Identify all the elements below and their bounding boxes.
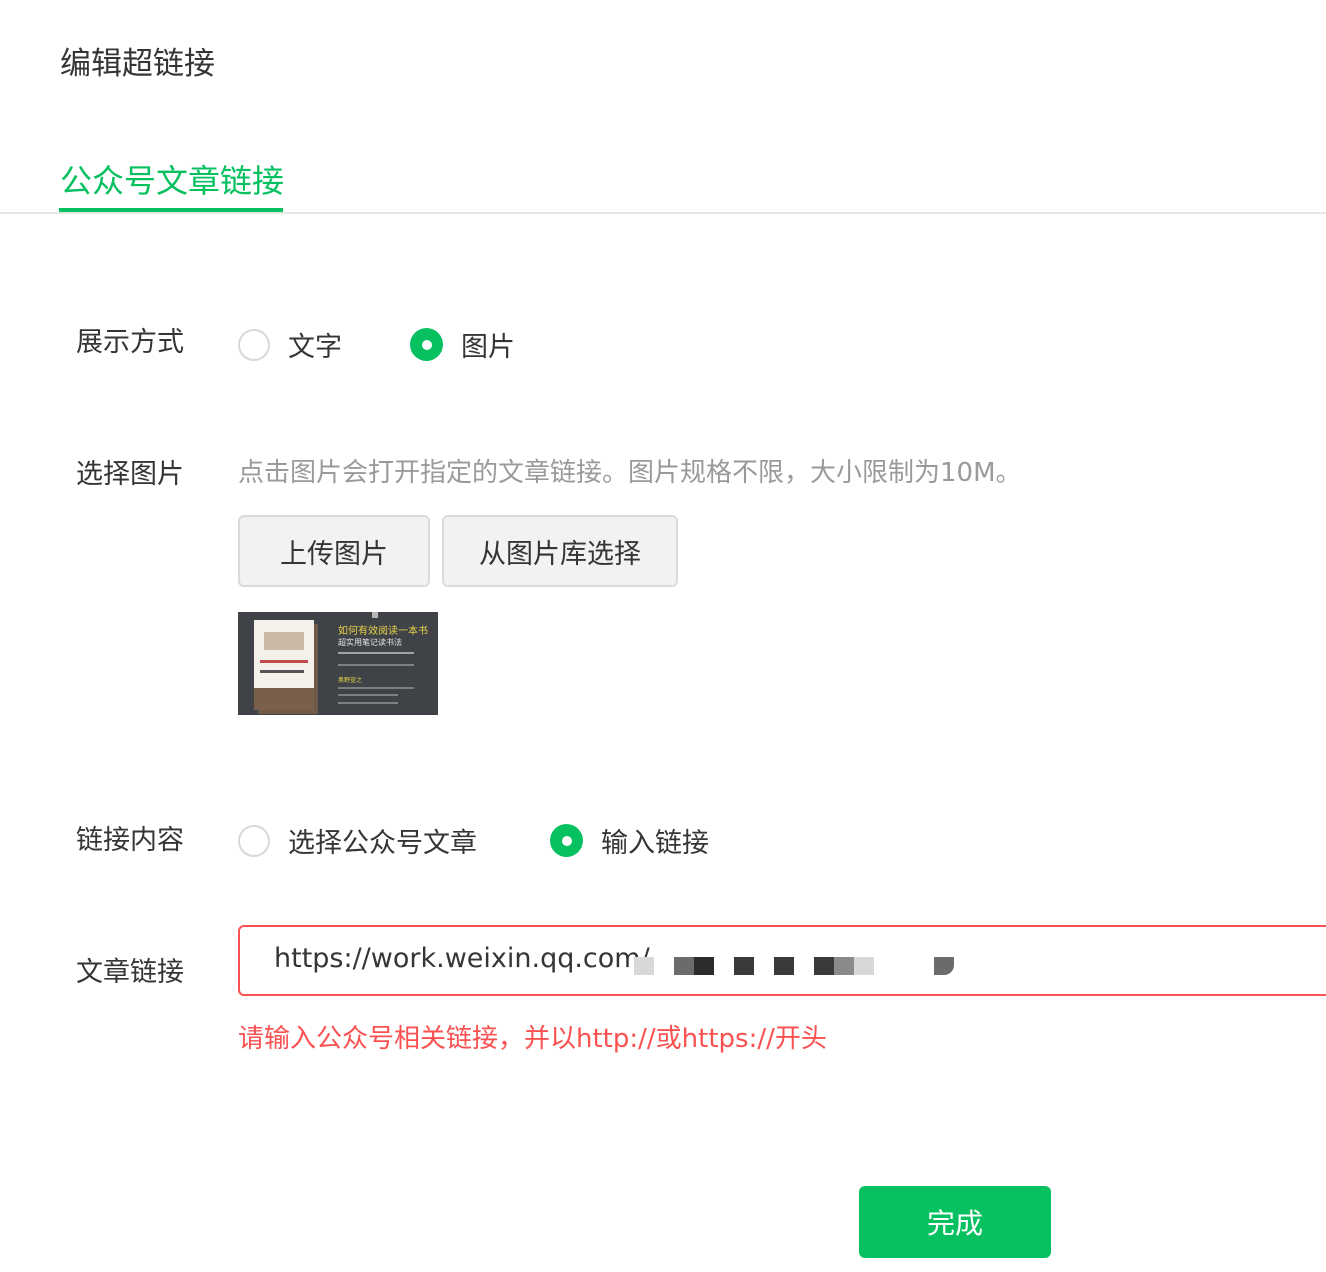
select-image-hint: 点击图片会打开指定的文章链接。图片规格不限，大小限制为10M。	[238, 458, 1022, 488]
redacted-block	[774, 957, 794, 975]
select-image-label: 选择图片	[76, 459, 184, 490]
radio-checked-icon	[410, 328, 443, 361]
thumbnail-divider	[338, 652, 414, 654]
redacted-block	[814, 957, 834, 975]
redacted-block	[854, 957, 874, 975]
book-cover-stripe	[260, 670, 304, 673]
upload-image-button[interactable]: 上传图片	[238, 515, 430, 587]
redacted-block	[634, 957, 654, 975]
article-link-label: 文章链接	[76, 957, 184, 988]
book-cover-band	[254, 688, 314, 710]
article-link-error: 请输入公众号相关链接，并以http://或https://开头	[238, 1024, 827, 1054]
tab-article-link[interactable]: 公众号文章链接	[60, 156, 284, 214]
radio-label: 文字	[288, 332, 342, 363]
redacted-block	[734, 957, 754, 975]
redacted-block	[934, 957, 954, 975]
article-link-input[interactable]: https://work.weixin.qq.com/	[238, 925, 1326, 996]
radio-label: 选择公众号文章	[288, 828, 477, 859]
redacted-block	[834, 957, 854, 975]
thumbnail-divider	[338, 687, 414, 689]
thumbnail-tag: 奥野宣之	[338, 677, 363, 684]
redacted-block	[694, 957, 714, 975]
thumbnail-corner-mark	[372, 612, 378, 618]
radio-unchecked-icon	[238, 328, 270, 361]
link-content-label: 链接内容	[76, 825, 184, 856]
thumbnail-divider	[338, 702, 398, 704]
book-cover-image	[254, 620, 314, 710]
redacted-block	[674, 957, 694, 975]
thumbnail-title: 如何有效阅读一本书	[338, 626, 428, 637]
radio-select-article[interactable]: 选择公众号文章	[238, 821, 477, 860]
thumbnail-divider	[338, 664, 414, 666]
article-link-value: https://work.weixin.qq.com/	[274, 943, 650, 974]
tabs-divider	[0, 212, 1326, 214]
done-button[interactable]: 完成	[859, 1186, 1051, 1258]
thumbnail-subtitle: 超实用笔记读书法	[338, 638, 402, 647]
radio-display-text[interactable]: 文字	[238, 325, 342, 364]
book-cover-stripe	[260, 660, 308, 663]
choose-from-library-button[interactable]: 从图片库选择	[442, 515, 678, 587]
dialog-title: 编辑超链接	[60, 46, 215, 82]
display-mode-label: 展示方式	[76, 327, 184, 358]
radio-input-link[interactable]: 输入链接	[550, 821, 709, 860]
radio-unchecked-icon	[238, 824, 270, 857]
radio-display-image[interactable]: 图片	[410, 325, 515, 364]
selected-image-thumbnail[interactable]: 如何有效阅读一本书 超实用笔记读书法 奥野宣之	[238, 612, 438, 715]
book-cover-art	[264, 632, 304, 650]
radio-checked-icon	[550, 824, 583, 857]
thumbnail-divider	[338, 694, 398, 696]
radio-label: 输入链接	[601, 828, 709, 859]
radio-label: 图片	[461, 332, 515, 363]
